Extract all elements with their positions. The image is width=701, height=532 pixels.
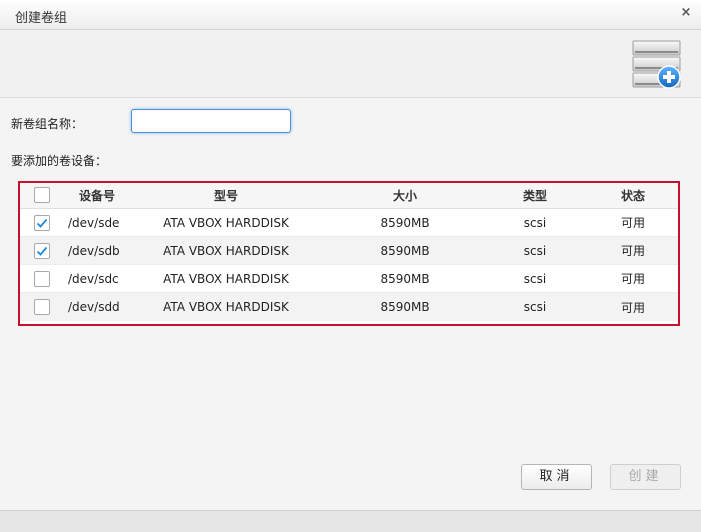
create-button[interactable]: 创建 xyxy=(610,464,681,490)
checkmark-icon xyxy=(36,246,48,256)
cell-size: 8590MB xyxy=(380,271,430,286)
header-status: 状态 xyxy=(620,189,645,203)
cell-model: ATA VBOX HARDDISK xyxy=(163,215,289,230)
cancel-button[interactable]: 取消 xyxy=(521,464,592,490)
volume-group-add-icon xyxy=(632,40,681,89)
table-row[interactable]: /dev/sdb ATA VBOX HARDDISK 8590MB scsi 可… xyxy=(20,237,678,265)
row-checkbox[interactable] xyxy=(34,271,50,287)
cell-type: scsi xyxy=(523,300,547,314)
header-size: 大小 xyxy=(392,189,417,203)
cell-device: /dev/sde xyxy=(68,215,120,230)
cell-device: /dev/sdd xyxy=(68,300,120,314)
cell-type: scsi xyxy=(523,215,547,230)
cell-model: ATA VBOX HARDDISK xyxy=(163,300,289,314)
volume-group-name-input[interactable] xyxy=(131,109,291,133)
cell-status: 可用 xyxy=(620,272,645,286)
device-table: 设备号 型号 大小 类型 状态 /dev/sde ATA VBOX HARDDI… xyxy=(18,181,680,326)
cell-size: 8590MB xyxy=(380,215,430,230)
cell-type: scsi xyxy=(523,271,547,286)
table-row[interactable]: /dev/sde ATA VBOX HARDDISK 8590MB scsi 可… xyxy=(20,209,678,237)
table-row[interactable]: /dev/sdd ATA VBOX HARDDISK 8590MB scsi 可… xyxy=(20,293,678,321)
dialog-content: 新卷组名称： 要添加的卷设备： 设备号 型号 大小 类型 状态 /dev/sde… xyxy=(0,98,701,510)
cell-device: /dev/sdc xyxy=(68,271,119,286)
devices-label: 要添加的卷设备： xyxy=(11,154,108,168)
cell-device: /dev/sdb xyxy=(68,243,120,258)
table-header: 设备号 型号 大小 类型 状态 xyxy=(20,183,678,209)
cell-model: ATA VBOX HARDDISK xyxy=(163,243,289,258)
header-device: 设备号 xyxy=(78,189,115,203)
dialog-titlebar: 创建卷组 × xyxy=(0,0,701,30)
cell-type: scsi xyxy=(523,243,547,258)
volume-group-name-label: 新卷组名称： xyxy=(11,117,84,131)
header-type: 类型 xyxy=(522,189,547,203)
close-icon[interactable]: × xyxy=(679,6,693,20)
cell-size: 8590MB xyxy=(380,243,430,258)
select-all-checkbox[interactable] xyxy=(34,187,50,203)
cell-status: 可用 xyxy=(620,300,645,315)
cell-size: 8590MB xyxy=(380,300,430,314)
header-model: 型号 xyxy=(213,189,238,203)
dialog-title: 创建卷组 xyxy=(15,11,68,26)
dialog-icon-band xyxy=(0,30,701,98)
table-row[interactable]: /dev/sdc ATA VBOX HARDDISK 8590MB scsi 可… xyxy=(20,265,678,293)
row-checkbox[interactable] xyxy=(34,215,50,231)
cell-model: ATA VBOX HARDDISK xyxy=(163,271,289,286)
cell-status: 可用 xyxy=(620,244,645,258)
checkmark-icon xyxy=(36,218,48,228)
row-checkbox[interactable] xyxy=(34,243,50,259)
row-checkbox[interactable] xyxy=(34,299,50,315)
cell-status: 可用 xyxy=(620,216,645,230)
dialog-footer-bar xyxy=(0,510,701,532)
